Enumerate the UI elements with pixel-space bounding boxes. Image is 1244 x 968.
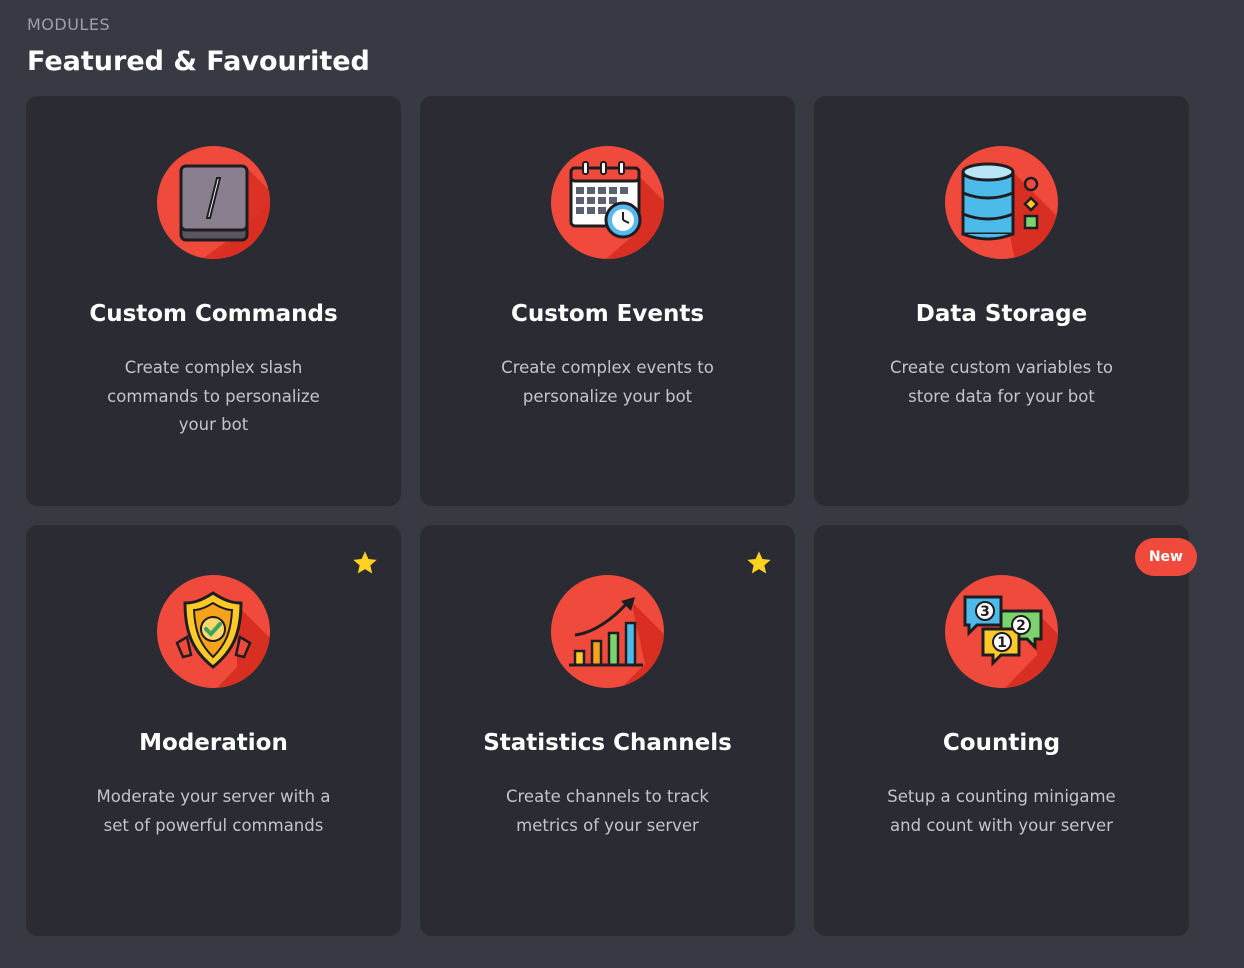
module-card-data-storage[interactable]: Data Storage Create custom variables to …: [814, 96, 1189, 506]
module-title: Data Storage: [915, 301, 1088, 327]
module-description: Moderate your server with a set of power…: [96, 787, 331, 835]
module-grid: Custom Commands Create complex slash com…: [26, 96, 1197, 936]
section-label: MODULES: [27, 15, 111, 34]
slash-command-icon: [157, 146, 270, 259]
module-card-custom-commands[interactable]: Custom Commands Create complex slash com…: [26, 96, 401, 506]
calendar-clock-icon: [551, 146, 664, 259]
new-badge: New: [1134, 538, 1197, 576]
favourite-star-icon[interactable]: [745, 549, 773, 577]
svg-text:3: 3: [980, 604, 990, 620]
svg-text:2: 2: [1016, 618, 1026, 634]
numbered-chat-bubbles-icon: 3 2 1: [945, 575, 1058, 688]
module-card-moderation[interactable]: Moderation Moderate your server with a s…: [26, 525, 401, 936]
module-card-custom-events[interactable]: Custom Events Create complex events to p…: [420, 96, 795, 506]
shield-check-icon: [157, 575, 270, 688]
database-icon: [945, 146, 1058, 259]
module-title: Custom Events: [510, 301, 705, 327]
module-title: Custom Commands: [89, 301, 338, 327]
module-title: Counting: [942, 730, 1061, 756]
module-description: Create channels to track metrics of your…: [505, 787, 709, 835]
svg-text:1: 1: [997, 635, 1007, 651]
module-description: Setup a counting minigame and count with…: [887, 787, 1116, 835]
modules-page: MODULES Featured & Favourited Custom Com…: [0, 0, 1244, 968]
module-card-counting[interactable]: New 3 2 1 Counting Setup a counting mini…: [814, 525, 1197, 936]
module-description: Create complex slash commands to persona…: [107, 358, 320, 434]
module-title: Statistics Channels: [483, 730, 732, 756]
module-description: Create complex events to personalize you…: [501, 358, 714, 406]
section-title: Featured & Favourited: [27, 46, 370, 77]
module-title: Moderation: [139, 730, 288, 756]
module-description: Create custom variables to store data fo…: [889, 358, 1114, 406]
favourite-star-icon[interactable]: [351, 549, 379, 577]
module-card-statistics-channels[interactable]: Statistics Channels Create channels to t…: [420, 525, 795, 936]
bar-chart-icon: [551, 575, 664, 688]
